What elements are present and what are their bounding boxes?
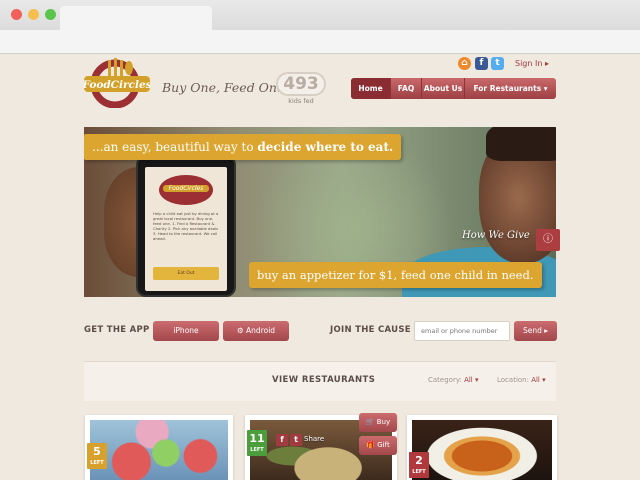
android-button[interactable]: ⚙ Android bbox=[223, 321, 289, 341]
rss-icon[interactable]: ⌂ bbox=[458, 57, 471, 70]
email-phone-input[interactable] bbox=[414, 321, 510, 341]
hero-banner-bottom: buy an appetizer for $1, feed one child … bbox=[249, 262, 542, 288]
restaurant-card[interactable] bbox=[85, 415, 233, 480]
web-page: FoodCircles Buy One, Feed One. 493 kids … bbox=[0, 54, 640, 480]
location-filter[interactable]: Location: All ▾ bbox=[497, 376, 546, 384]
nav-faq[interactable]: FAQ bbox=[391, 78, 422, 99]
location-value[interactable]: All ▾ bbox=[531, 376, 545, 384]
how-we-give-link[interactable]: How We Give bbox=[462, 230, 530, 241]
phone-text: Help a child eat just by dining at a gre… bbox=[153, 211, 219, 241]
restaurant-card[interactable] bbox=[407, 415, 557, 480]
share-twitter-icon[interactable]: t bbox=[290, 434, 302, 446]
logo-text: FoodCircles bbox=[84, 79, 150, 91]
send-button[interactable]: Send ▸ bbox=[514, 321, 557, 341]
deals-left-badge: 5 LEFT bbox=[87, 443, 107, 469]
hero-banner-top: ...an easy, beautiful way to decide wher… bbox=[84, 134, 402, 160]
restaurant-image[interactable] bbox=[412, 420, 552, 480]
gift-button[interactable]: 🎁 Gift bbox=[359, 436, 397, 455]
nav-about-us[interactable]: About Us bbox=[422, 78, 465, 99]
phone-screen: FoodCircles Help a child eat just by din… bbox=[145, 167, 227, 291]
nav-for-restaurants[interactable]: For Restaurants ▾ bbox=[465, 78, 556, 99]
tagline: Buy One, Feed One. bbox=[162, 80, 289, 95]
main-nav: Home FAQ About Us For Restaurants ▾ bbox=[351, 78, 556, 99]
kids-fed-label: kids fed bbox=[288, 97, 314, 105]
phone-eat-out-button: Eat Out bbox=[153, 267, 219, 280]
facebook-icon[interactable]: f bbox=[475, 57, 488, 70]
sign-in-link[interactable]: Sign In ▸ bbox=[515, 59, 549, 68]
twitter-icon[interactable]: t bbox=[491, 57, 504, 70]
hero-phone: FoodCircles Help a child eat just by din… bbox=[136, 155, 236, 297]
close-window-icon[interactable] bbox=[11, 9, 22, 20]
view-restaurants-title: VIEW RESTAURANTS bbox=[272, 375, 376, 385]
foodcircles-logo[interactable]: FoodCircles bbox=[84, 58, 150, 108]
deals-left-badge: 2 LEFT bbox=[409, 452, 429, 478]
share-label[interactable]: Share bbox=[304, 435, 324, 443]
kids-fed-count: 493 bbox=[276, 72, 326, 96]
category-value[interactable]: All ▾ bbox=[464, 376, 478, 384]
share-facebook-icon[interactable]: f bbox=[276, 434, 288, 446]
category-filter[interactable]: Category: All ▾ bbox=[428, 376, 478, 384]
deals-left-badge: 11 LEFT bbox=[247, 430, 267, 456]
hero-person-hair bbox=[486, 127, 556, 161]
buy-button[interactable]: 🛒 Buy bbox=[359, 413, 397, 432]
browser-toolbar bbox=[0, 30, 640, 54]
view-restaurants-arrow bbox=[312, 392, 326, 399]
browser-titlebar bbox=[0, 0, 640, 30]
minimize-window-icon[interactable] bbox=[28, 9, 39, 20]
browser-tab[interactable] bbox=[60, 6, 212, 30]
phone-logo: FoodCircles bbox=[159, 175, 213, 205]
maximize-window-icon[interactable] bbox=[45, 9, 56, 20]
kids-fed-counter: 493 kids fed bbox=[276, 72, 326, 106]
iphone-button[interactable]: iPhone bbox=[153, 321, 219, 341]
restaurant-image[interactable] bbox=[90, 420, 228, 480]
get-the-app-label: GET THE APP bbox=[84, 325, 150, 335]
info-icon[interactable]: ⓘ bbox=[536, 229, 560, 251]
join-the-cause-label: JOIN THE CAUSE bbox=[330, 325, 411, 335]
nav-home[interactable]: Home bbox=[351, 78, 391, 99]
